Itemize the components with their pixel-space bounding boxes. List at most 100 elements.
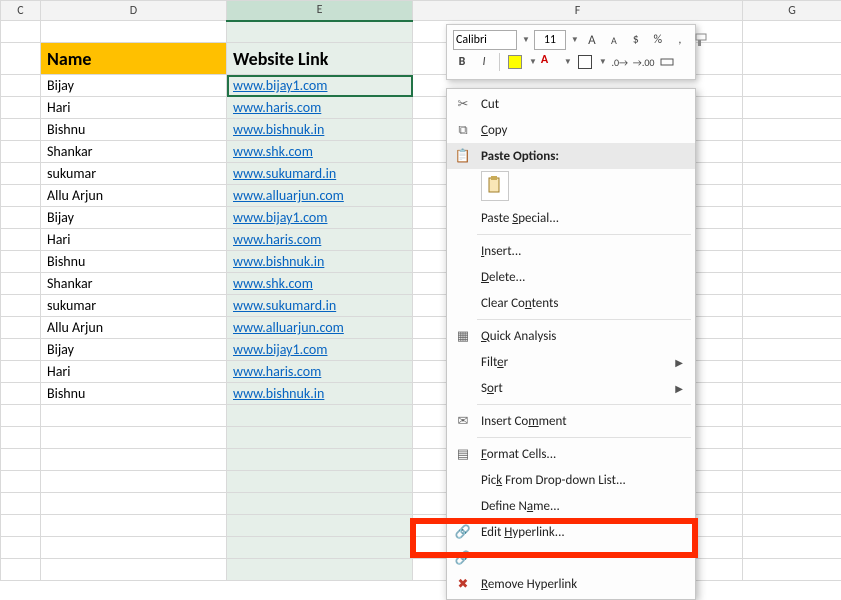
cell[interactable] — [743, 141, 841, 163]
cell[interactable] — [1, 559, 41, 581]
name-cell[interactable]: Allu Arjun — [41, 185, 227, 207]
cell[interactable] — [743, 559, 841, 581]
font-size-select[interactable] — [534, 30, 566, 50]
cell[interactable] — [743, 119, 841, 141]
italic-button[interactable]: I — [475, 53, 493, 71]
cell[interactable] — [743, 295, 841, 317]
cell[interactable] — [743, 251, 841, 273]
menu-clear-contents[interactable]: Clear Contents — [447, 290, 695, 316]
link-cell[interactable]: www.bishnuk.in — [227, 119, 413, 141]
cell[interactable] — [1, 339, 41, 361]
cell[interactable] — [1, 383, 41, 405]
hyperlink[interactable]: www.shk.com — [233, 275, 313, 292]
link-cell[interactable]: www.haris.com — [227, 229, 413, 251]
cell[interactable] — [743, 273, 841, 295]
cell[interactable] — [227, 559, 413, 581]
cell[interactable] — [1, 449, 41, 471]
cell[interactable] — [743, 339, 841, 361]
menu-copy[interactable]: ⧉ Copy — [447, 117, 695, 143]
cell[interactable] — [41, 493, 227, 515]
cell[interactable] — [41, 537, 227, 559]
cell[interactable] — [41, 427, 227, 449]
name-cell[interactable]: Bijay — [41, 75, 227, 97]
cell[interactable] — [1, 295, 41, 317]
cell[interactable] — [41, 21, 227, 43]
name-cell[interactable]: Bijay — [41, 339, 227, 361]
cell[interactable] — [1, 229, 41, 251]
increase-decimal-button[interactable]: →.00 — [633, 53, 655, 71]
cell[interactable] — [743, 449, 841, 471]
hyperlink[interactable]: www.sukumard.in — [233, 297, 336, 314]
cell[interactable] — [743, 97, 841, 119]
name-cell[interactable]: Bijay — [41, 207, 227, 229]
menu-delete[interactable]: Delete... — [447, 264, 695, 290]
format-painter-button[interactable] — [693, 31, 711, 49]
cell[interactable] — [743, 537, 841, 559]
cell[interactable] — [227, 449, 413, 471]
link-cell[interactable]: www.bijay1.com — [227, 207, 413, 229]
menu-insert[interactable]: Insert... — [447, 238, 695, 264]
cell[interactable] — [41, 449, 227, 471]
cell[interactable] — [1, 75, 41, 97]
name-cell[interactable]: Bishnu — [41, 383, 227, 405]
name-cell[interactable]: sukumar — [41, 163, 227, 185]
cell[interactable] — [1, 471, 41, 493]
cell[interactable] — [41, 515, 227, 537]
cell[interactable] — [227, 405, 413, 427]
link-cell[interactable]: www.alluarjun.com — [227, 317, 413, 339]
cell[interactable] — [1, 273, 41, 295]
borders-button[interactable] — [576, 53, 594, 71]
increase-font-button[interactable]: A — [583, 31, 601, 49]
cell[interactable] — [227, 493, 413, 515]
name-cell[interactable]: Shankar — [41, 273, 227, 295]
cell[interactable] — [1, 21, 41, 43]
menu-quick-analysis[interactable]: ▦ Quick Analysis — [447, 323, 695, 349]
cell[interactable] — [743, 361, 841, 383]
cell[interactable] — [1, 43, 41, 75]
link-cell[interactable]: www.bijay1.com — [227, 75, 413, 97]
comma-format-button[interactable]: , — [671, 31, 689, 49]
cell[interactable] — [1, 97, 41, 119]
link-cell[interactable]: www.shk.com — [227, 273, 413, 295]
col-header-e[interactable]: E — [227, 1, 413, 21]
cell[interactable] — [743, 75, 841, 97]
cell[interactable] — [743, 207, 841, 229]
spreadsheet-grid[interactable]: C D E F G NameWebsite LinkBijaywww.bijay… — [0, 0, 841, 581]
header-name[interactable]: Name — [41, 43, 227, 75]
link-cell[interactable]: www.bishnuk.in — [227, 251, 413, 273]
menu-sort[interactable]: Sort ▶ — [447, 375, 695, 401]
percent-format-button[interactable]: % — [649, 31, 667, 49]
cell[interactable] — [41, 471, 227, 493]
cell[interactable] — [743, 43, 841, 75]
name-cell[interactable]: Hari — [41, 361, 227, 383]
cell[interactable] — [1, 251, 41, 273]
font-family-select[interactable] — [453, 30, 517, 50]
decrease-font-button[interactable]: A — [605, 31, 623, 49]
menu-format-cells[interactable]: ▤ Format Cells... — [447, 441, 695, 467]
decrease-decimal-button[interactable]: .0→ — [611, 53, 629, 71]
col-header-g[interactable]: G — [743, 1, 841, 21]
name-cell[interactable]: sukumar — [41, 295, 227, 317]
cell[interactable] — [1, 405, 41, 427]
menu-define-name[interactable]: Define Name... — [447, 493, 695, 519]
chevron-down-icon[interactable]: ▼ — [529, 57, 537, 67]
cell[interactable] — [743, 185, 841, 207]
link-cell[interactable]: www.bishnuk.in — [227, 383, 413, 405]
col-header-d[interactable]: D — [41, 1, 227, 21]
name-cell[interactable]: Hari — [41, 229, 227, 251]
hyperlink[interactable]: www.bishnuk.in — [233, 121, 324, 138]
cell[interactable] — [1, 361, 41, 383]
hyperlink[interactable]: www.bijay1.com — [233, 209, 327, 226]
chevron-down-icon[interactable]: ▼ — [522, 35, 530, 45]
cell[interactable] — [1, 537, 41, 559]
menu-filter[interactable]: Filter ▶ — [447, 349, 695, 375]
link-cell[interactable]: www.sukumard.in — [227, 295, 413, 317]
hyperlink[interactable]: www.bijay1.com — [233, 77, 327, 94]
hyperlink[interactable]: www.haris.com — [233, 231, 321, 248]
cell[interactable] — [1, 119, 41, 141]
cell[interactable] — [227, 537, 413, 559]
name-cell[interactable]: Bishnu — [41, 251, 227, 273]
menu-edit-hyperlink[interactable]: 🔗 Edit Hyperlink... — [447, 519, 695, 545]
cell[interactable] — [227, 427, 413, 449]
hyperlink[interactable]: www.shk.com — [233, 143, 313, 160]
